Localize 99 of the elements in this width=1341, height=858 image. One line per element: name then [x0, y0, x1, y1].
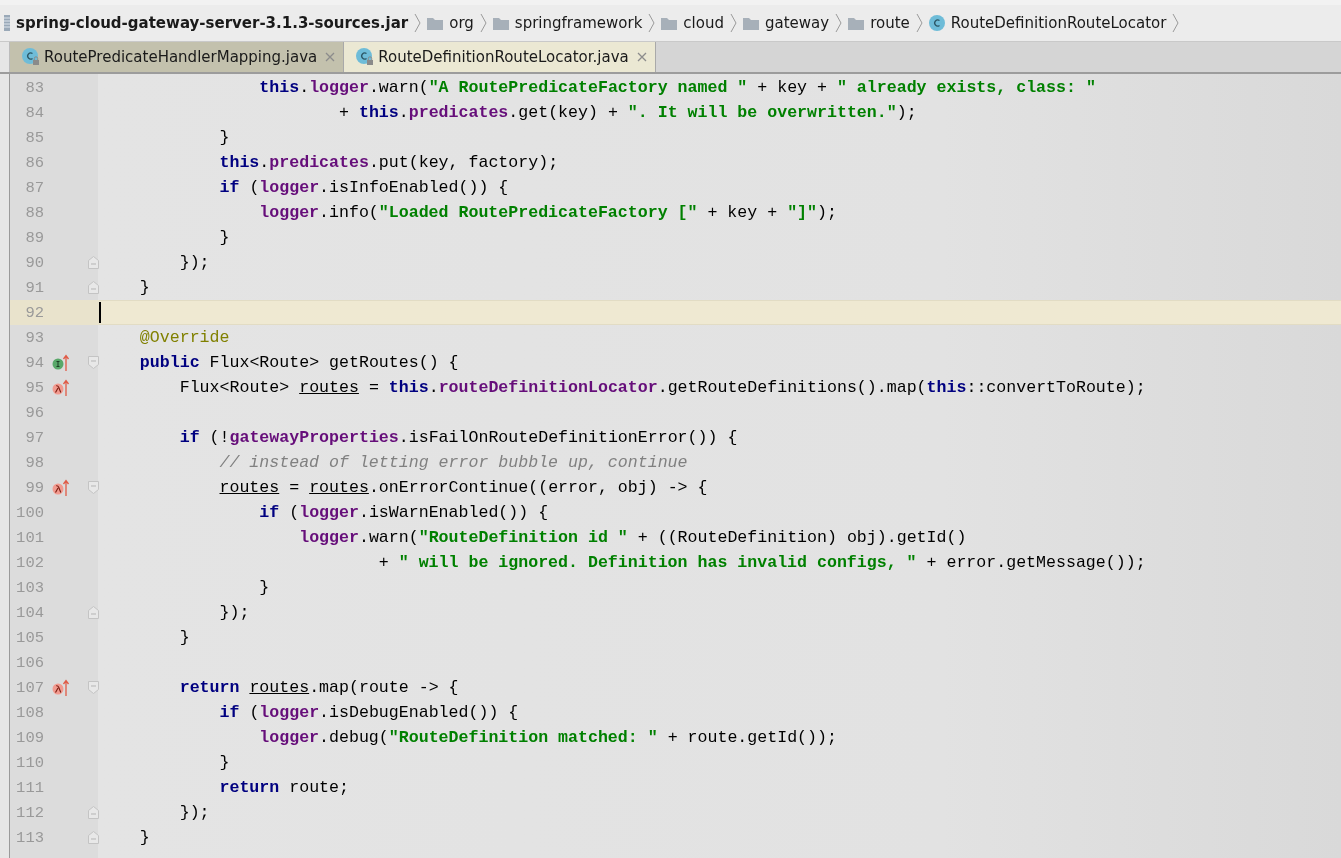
- chevron-icon: [1172, 13, 1180, 33]
- breadcrumb-item[interactable]: cloud: [683, 14, 724, 32]
- line-number: 99: [24, 478, 44, 497]
- line-number: 110: [15, 753, 44, 772]
- code-line: logger.warn("RouteDefinition id " + ((RouteDefinition) obj).getId(): [298, 528, 967, 547]
- fold-end-icon[interactable]: [88, 806, 99, 819]
- line-number: 83: [24, 78, 44, 97]
- line-number: 97: [24, 428, 44, 447]
- code-line: }: [218, 128, 230, 147]
- editor-tab[interactable]: RoutePredicateHandlerMapping.java: [10, 42, 345, 72]
- code-line: if (!gatewayProperties.isFailOnRouteDefinitionError()) {: [178, 428, 738, 447]
- breadcrumb-item[interactable]: gateway: [764, 14, 830, 32]
- class-file-icon: [356, 48, 375, 66]
- line-number: 100: [15, 503, 44, 522]
- line-number: 108: [15, 703, 44, 722]
- fold-start-icon[interactable]: [88, 356, 99, 369]
- code-line: return routes.map(route -> {: [178, 678, 459, 697]
- line-number: 94: [24, 353, 44, 372]
- fold-end-icon[interactable]: [88, 606, 99, 619]
- breadcrumb-item[interactable]: spring-cloud-gateway-server-3.1.3-sources.jar: [16, 14, 409, 32]
- line-number: 90: [24, 253, 44, 272]
- code-line: return route;: [218, 778, 349, 797]
- code-line: if (logger.isWarnEnabled()) {: [258, 503, 549, 522]
- line-number: 106: [15, 653, 44, 672]
- line-number: 98: [24, 453, 44, 472]
- code-line: if (logger.isDebugEnabled()) {: [218, 703, 519, 722]
- code-line: }: [138, 828, 150, 847]
- code-line: }: [218, 753, 230, 772]
- line-number: 89: [24, 228, 44, 247]
- close-icon[interactable]: [636, 52, 647, 62]
- code-line: logger.info("Loaded RoutePredicateFactory [" + key + "]");: [258, 203, 837, 222]
- code-line: }: [178, 628, 190, 647]
- code-line: Flux<Route> routes = this.routeDefinitionLocator.getRouteDefinitions().map(this::convertToRoute);: [178, 378, 1146, 397]
- line-number: 104: [15, 603, 44, 622]
- code-line: @Override: [138, 328, 230, 347]
- line-number: 91: [24, 278, 44, 297]
- line-number: 93: [24, 328, 44, 347]
- folder-icon: [848, 16, 865, 30]
- chevron-icon: [729, 13, 737, 33]
- jar-icon: [4, 15, 10, 31]
- chevron-icon: [648, 13, 656, 33]
- code-line: logger.debug("RouteDefinition matched: " + route.getId());: [258, 728, 837, 747]
- text-caret: [99, 302, 101, 323]
- folder-icon: [427, 16, 444, 30]
- code-line: // instead of letting error bubble up, continue: [218, 453, 688, 472]
- folder-icon: [742, 16, 759, 30]
- code-line: public Flux<Route> getRoutes() {: [138, 353, 459, 372]
- close-icon[interactable]: [325, 52, 336, 62]
- chevron-icon: [915, 13, 923, 33]
- code-line: + this.predicates.get(key) + ". It will be overwritten.");: [338, 103, 917, 122]
- code-line: this.logger.warn("A RoutePredicateFactory named " + key + " already exists, class: ": [258, 78, 1096, 97]
- line-number: 85: [24, 128, 44, 147]
- line-number: 103: [15, 578, 44, 597]
- fold-end-icon[interactable]: [88, 281, 99, 294]
- line-number: 84: [24, 103, 44, 122]
- code-line: }: [138, 278, 150, 297]
- line-number: 112: [15, 803, 44, 822]
- fold-start-icon[interactable]: [88, 681, 99, 694]
- fold-start-icon[interactable]: [88, 481, 99, 494]
- code-line: }: [258, 578, 270, 597]
- fold-end-icon[interactable]: [88, 256, 99, 269]
- line-number: 96: [24, 403, 44, 422]
- breadcrumb-item[interactable]: route: [870, 14, 910, 32]
- line-number: 88: [24, 203, 44, 222]
- code-line: }: [218, 228, 230, 247]
- line-number: 111: [15, 778, 44, 797]
- line-number: 109: [15, 728, 44, 747]
- line-number: 95: [24, 378, 44, 397]
- code-line: if (logger.isInfoEnabled()) {: [218, 178, 509, 197]
- folder-icon: [492, 16, 509, 30]
- breadcrumb-item[interactable]: RouteDefinitionRouteLocator: [950, 14, 1167, 32]
- class-file-icon: [22, 48, 40, 66]
- lambda-icon[interactable]: [52, 478, 70, 497]
- lambda-icon[interactable]: [52, 678, 70, 697]
- line-number: 105: [15, 628, 44, 647]
- code-line: });: [178, 253, 210, 272]
- code-line: });: [178, 803, 210, 822]
- line-number: 102: [15, 553, 44, 572]
- breadcrumb-item[interactable]: org: [449, 14, 474, 32]
- code-line: + " will be ignored. Definition has invalid configs, " + error.getMessage());: [377, 553, 1146, 572]
- implementing-method-icon[interactable]: [52, 353, 70, 372]
- chevron-icon: [479, 13, 487, 33]
- chevron-icon: [414, 13, 422, 33]
- lambda-icon[interactable]: [52, 378, 70, 397]
- line-number: 87: [24, 178, 44, 197]
- editor-tab[interactable]: RouteDefinitionRouteLocator.java: [344, 42, 656, 72]
- chevron-icon: [835, 13, 843, 33]
- fold-end-icon[interactable]: [88, 831, 99, 844]
- code-line: this.predicates.put(key, factory);: [218, 153, 559, 172]
- line-number: 107: [15, 678, 44, 697]
- code-line: routes = routes.onErrorContinue((error, obj) -> {: [218, 478, 708, 497]
- line-number: 86: [24, 153, 44, 172]
- breadcrumb-item[interactable]: springframework: [514, 14, 643, 32]
- line-number: 113: [15, 828, 44, 847]
- folder-icon: [661, 16, 678, 30]
- line-number: 101: [15, 528, 44, 547]
- code-line: });: [218, 603, 250, 622]
- class-icon: [928, 15, 945, 31]
- line-number: 92: [24, 303, 44, 322]
